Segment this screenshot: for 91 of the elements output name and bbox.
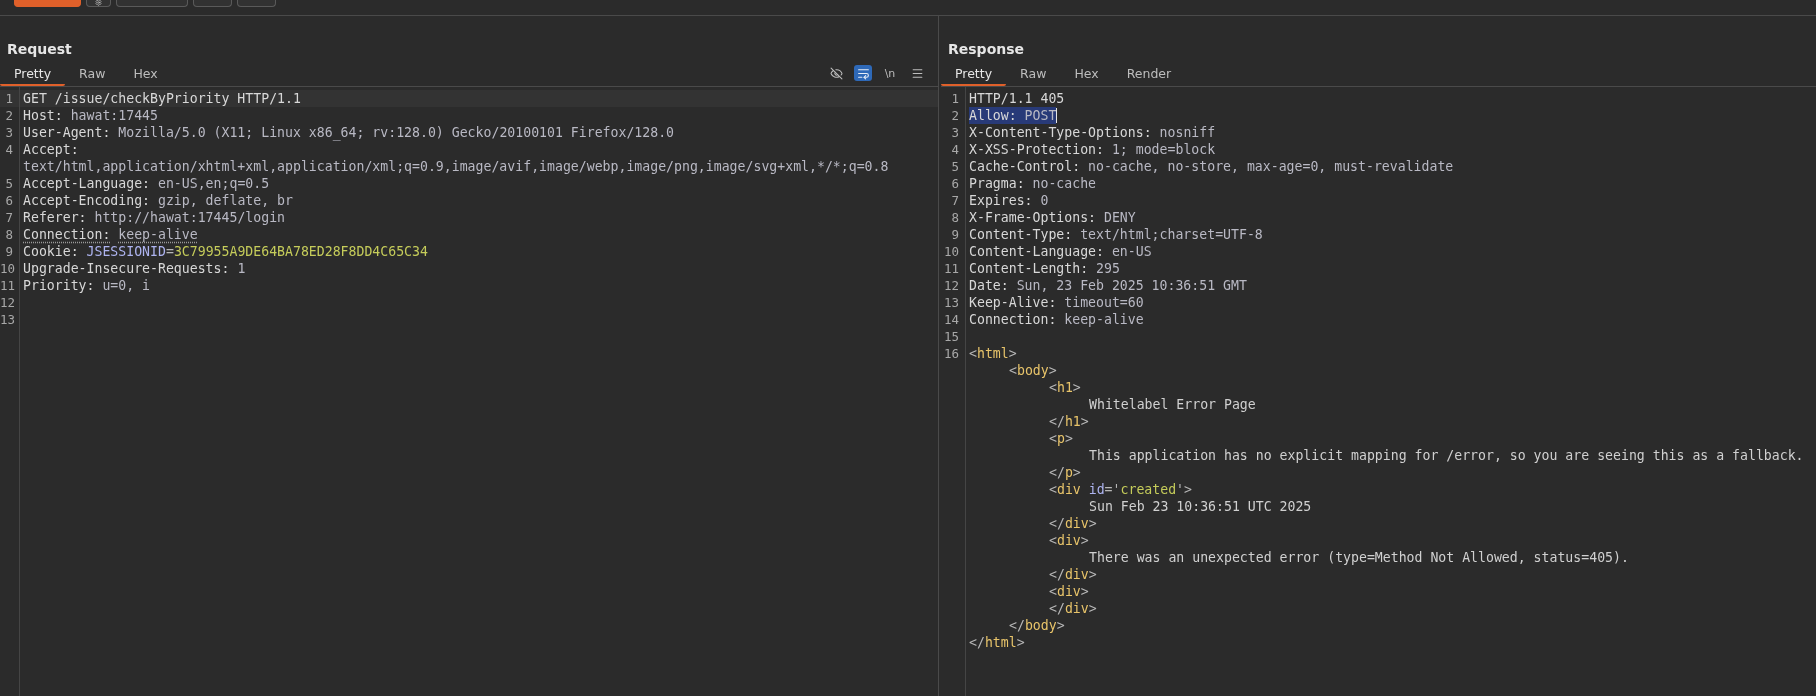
line-number: 11 [0, 277, 17, 294]
code-line: X-Frame-Options: DENY [969, 209, 1136, 226]
code-line: </div> [1049, 566, 1097, 583]
panel-title: Response [947, 40, 1026, 58]
code-line: This application has no explicit mapping for /error, so you are seeing this as a fallback. [1089, 447, 1804, 464]
code-line: Pragma: no-cache [969, 175, 1097, 192]
code-line: </div> [1049, 600, 1097, 617]
code-line: <div> [1049, 532, 1089, 549]
code-line: Priority: u=0, i [23, 277, 151, 294]
code-line: X-Content-Type-Options: nosniff [969, 124, 1216, 141]
toolbar-button[interactable] [86, 0, 111, 7]
line-number: 6 [950, 175, 960, 192]
code-line: </div> [1049, 515, 1097, 532]
code-line: Expires: 0 [969, 192, 1049, 209]
code-line: Date: Sun, 23 Feb 2025 10:36:51 GMT [969, 277, 1247, 294]
newline-toggle[interactable]: \n [881, 65, 899, 81]
wrap-toggle[interactable] [854, 65, 872, 81]
code-line: Accept-Encoding: gzip, deflate, br [23, 192, 293, 209]
eye-off-icon [829, 66, 843, 80]
line-number: 12 [942, 277, 960, 294]
line-number: 10 [0, 260, 17, 277]
code-line: <p> [1049, 430, 1073, 447]
code-line: </body> [1009, 617, 1065, 634]
code-line: Keep-Alive: timeout=60 [969, 294, 1144, 311]
code-line: User-Agent: Mozilla/5.0 (X11; Linux x86_64; rv:128.0) Gecko/20100101 Firefox/128.0 [23, 124, 675, 141]
panel-title: Request [6, 40, 73, 58]
code-line: GET /issue/checkByPriority HTTP/1.1 [23, 90, 301, 107]
line-number: 5 [950, 158, 960, 175]
view-tab[interactable]: Pretty [941, 66, 1007, 86]
line-number: 8 [950, 209, 960, 226]
line-number: 8 [4, 226, 14, 243]
code-line: Whitelabel Error Page [1089, 396, 1256, 413]
line-number: 2 [4, 107, 14, 124]
line-number: 12 [0, 294, 17, 311]
line-number: 3 [950, 124, 960, 141]
code-line: <div> [1049, 583, 1089, 600]
code-line: Cache-Control: no-cache, no-store, max-age=0, must-revalidate [969, 158, 1454, 175]
line-number: 13 [942, 294, 960, 311]
line-number: 4 [4, 141, 14, 159]
code-line: <body> [1009, 362, 1057, 379]
code-line: <html> [969, 345, 1017, 362]
line-number: 4 [950, 141, 960, 158]
line-number: 7 [950, 192, 960, 209]
code-line: There was an unexpected error (type=Method Not Allowed, status=405). [1089, 549, 1629, 566]
line-number: 3 [4, 124, 14, 141]
hide-toggle[interactable] [827, 65, 845, 81]
code-line: Sun Feb 23 10:36:51 UTC 2025 [1089, 498, 1312, 515]
line-number: 2 [950, 107, 960, 124]
code-line: <h1> [1049, 379, 1081, 396]
line-number: 1 [950, 90, 960, 107]
menu-icon [910, 66, 924, 80]
toolbar-button[interactable] [193, 0, 232, 7]
toolbar-button[interactable] [237, 0, 276, 7]
line-number: 5 [4, 175, 14, 192]
line-number: 9 [4, 243, 14, 260]
line-number: 13 [0, 311, 17, 328]
code-line: Content-Type: text/html;charset=UTF-8 [969, 226, 1263, 243]
code-line: Accept-Language: en-US,en;q=0.5 [23, 175, 270, 192]
view-tab[interactable]: Pretty [0, 66, 66, 86]
line-number: 11 [942, 260, 960, 277]
wrap-icon [856, 66, 870, 80]
view-tab[interactable]: Hex [119, 66, 172, 86]
line-number: 7 [4, 209, 14, 226]
code-line: </h1> [1049, 413, 1089, 430]
code-line: Referer: http://hawat:17445/login [23, 209, 286, 226]
view-tab[interactable]: Hex [1060, 66, 1113, 86]
view-tab[interactable]: Raw [65, 66, 120, 86]
code-line: X-XSS-Protection: 1; mode=block [969, 141, 1216, 158]
line-number: 6 [4, 192, 14, 209]
code-line: HTTP/1.1 405 [969, 90, 1065, 107]
code-line: <div id='created'> [1049, 481, 1192, 498]
code-line: Upgrade-Insecure-Requests: 1 [23, 260, 246, 277]
line-number: 14 [942, 311, 960, 328]
code-line: Cookie: JSESSIONID=3C79955A9DE64BA78ED28F8DD4C65C34 [23, 243, 428, 260]
line-number: 1 [4, 90, 14, 107]
view-tab[interactable]: Render [1112, 66, 1186, 86]
line-number: 9 [950, 226, 960, 243]
toolbar-button[interactable] [116, 0, 188, 7]
code-line: </p> [1049, 464, 1081, 481]
line-number: 16 [942, 345, 960, 362]
view-tab[interactable]: Raw [1006, 66, 1061, 86]
code-line: Content-Language: en-US [969, 243, 1152, 260]
code-line: </html> [969, 634, 1025, 651]
code-line: Connection: keep-alive [969, 311, 1144, 328]
code-line: Host: hawat:17445 [23, 107, 158, 124]
code-line: Content-Length: 295 [969, 260, 1120, 277]
text-caret [1056, 108, 1058, 123]
gear-icon [95, 0, 102, 6]
line-number: 10 [942, 243, 960, 260]
line-number: 15 [942, 328, 960, 345]
code-line: Connection: keep-alive [23, 226, 198, 243]
